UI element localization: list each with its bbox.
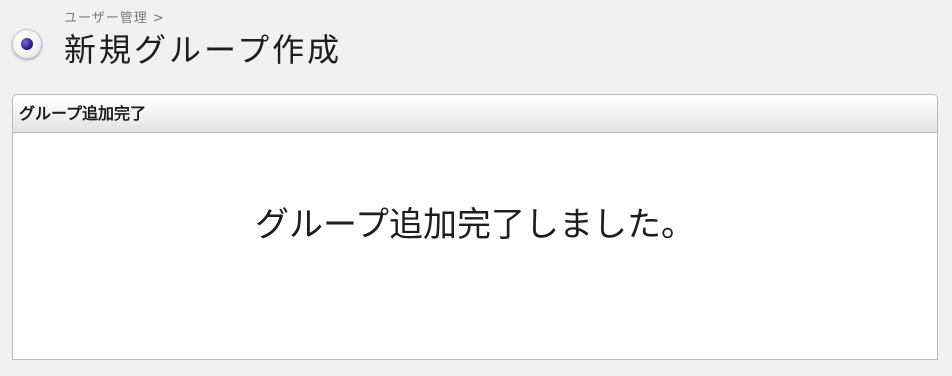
bullet-dot — [21, 38, 33, 50]
panel-header: グループ追加完了 — [13, 95, 937, 133]
panel-title: グループ追加完了 — [19, 104, 147, 123]
page-title: 新規グループ作成 — [64, 31, 343, 69]
completion-panel: グループ追加完了 グループ追加完了しました。 — [12, 94, 938, 360]
completion-message: グループ追加完了しました。 — [255, 205, 695, 245]
radio-bullet-icon — [12, 29, 42, 59]
panel-body: グループ追加完了しました。 — [13, 133, 937, 359]
breadcrumb[interactable]: ユーザー管理 > — [64, 12, 165, 26]
